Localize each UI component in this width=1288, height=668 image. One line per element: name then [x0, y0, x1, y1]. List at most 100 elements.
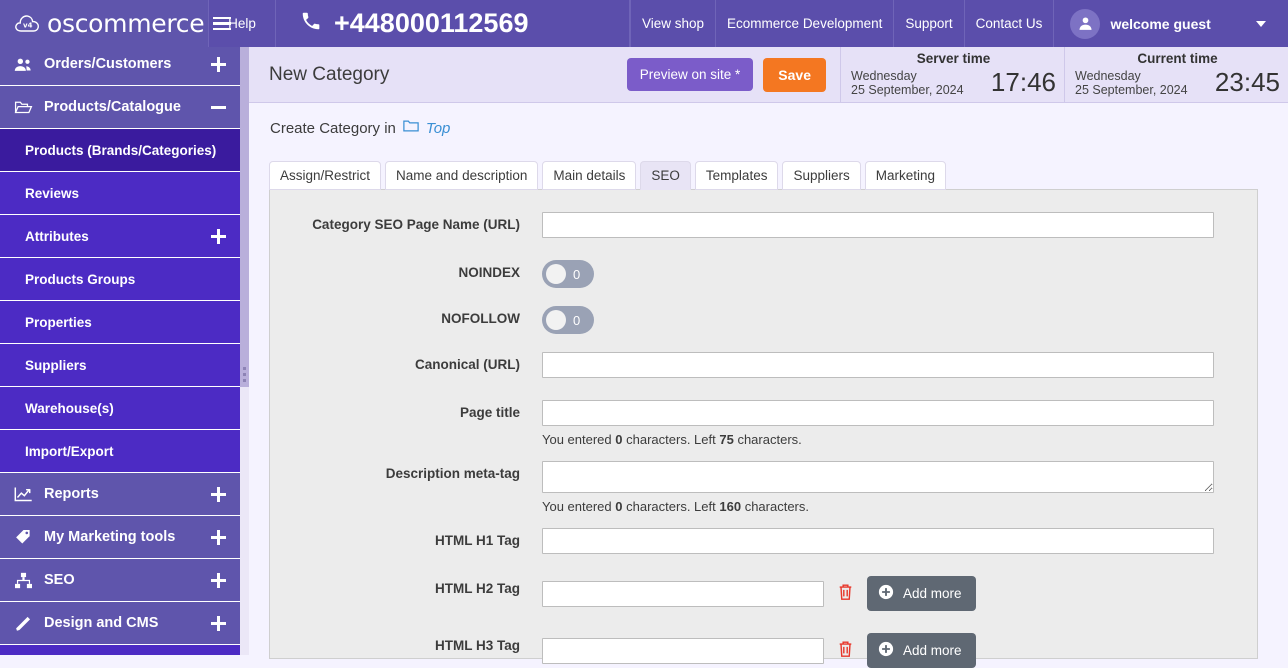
sidebar-label: Reports — [44, 486, 99, 502]
phone-number: +448000112569 — [334, 8, 529, 38]
sidebar-item-suppliers[interactable]: Suppliers — [0, 344, 240, 387]
phone-display: +448000112569 — [276, 0, 630, 47]
nav-link-ecommerce-development[interactable]: Ecommerce Development — [716, 0, 895, 47]
sidebar-item-my-marketing-tools[interactable]: My Marketing tools — [0, 516, 240, 559]
tab-suppliers[interactable]: Suppliers — [782, 161, 861, 190]
sidebar-scrollbar-thumb[interactable] — [240, 47, 249, 387]
h3-tag-input[interactable] — [542, 637, 824, 664]
sitemap-icon — [14, 572, 33, 589]
current-time-heading: Current time — [1137, 51, 1218, 66]
field-row-h3-tag: HTML H3 Tag Add more — [270, 633, 1257, 668]
sidebar-item-attributes[interactable]: Attributes — [0, 215, 240, 258]
page-titlebar: New Category Preview on site * Save Serv… — [249, 46, 1288, 103]
users-icon — [14, 57, 33, 72]
cloud-v4-icon: v4 — [14, 13, 40, 34]
canonical-input[interactable] — [542, 352, 1214, 378]
sidebar-label: Products Groups — [25, 271, 136, 287]
sidebar-item-import-export[interactable]: Import/Export — [0, 430, 240, 473]
sidebar-label: Attributes — [25, 228, 89, 244]
breadcrumb-link-top[interactable]: Top — [426, 120, 450, 137]
user-icon — [1070, 8, 1101, 39]
sidebar-item-properties[interactable]: Properties — [0, 301, 240, 344]
user-name-label: welcome guest — [1110, 15, 1211, 32]
field-row-nofollow: NOFOLLOW 0 — [270, 306, 1257, 334]
nofollow-toggle[interactable]: 0 — [542, 306, 594, 334]
counter-post: characters. — [744, 499, 809, 514]
expand-plus-icon[interactable] — [211, 56, 226, 72]
sidebar-item-orders-customers[interactable]: Orders/Customers — [0, 47, 240, 86]
expand-plus-icon[interactable] — [211, 615, 226, 631]
sidebar-item-seo[interactable]: SEO — [0, 559, 240, 602]
server-time-clock: 17:46 — [990, 67, 1056, 97]
tab-marketing[interactable]: Marketing — [864, 161, 947, 190]
sidebar-item-warehouses[interactable]: Warehouse(s) — [0, 387, 240, 430]
h2-tag-delete-button[interactable] — [836, 583, 855, 604]
top-header: v4 oscommerce Help +448000112569 View sh… — [0, 0, 1288, 47]
sidebar-label: Suppliers — [25, 357, 87, 373]
tab-seo[interactable]: SEO — [640, 161, 691, 190]
tab-name-and-description[interactable]: Name and description — [385, 161, 539, 190]
field-row-seo-page-name: Category SEO Page Name (URL) — [270, 212, 1257, 238]
sidebar-label: Orders/Customers — [44, 56, 172, 72]
canonical-label: Canonical (URL) — [414, 357, 520, 372]
sidebar-item-products-groups[interactable]: Products Groups — [0, 258, 240, 301]
description-meta-textarea[interactable] — [542, 461, 1214, 493]
sidebar-item-reviews[interactable]: Reviews — [0, 172, 240, 215]
preview-on-site-button[interactable]: Preview on site * — [626, 58, 754, 91]
h2-tag-add-more-button[interactable]: Add more — [867, 576, 976, 611]
page-title-counter: You entered 0 characters. Left 75 charac… — [542, 432, 1229, 447]
noindex-state: 0 — [573, 266, 581, 282]
expand-plus-icon[interactable] — [211, 529, 226, 545]
field-row-description-meta: Description meta-tag You entered 0 chara… — [270, 461, 1257, 514]
tab-templates[interactable]: Templates — [694, 161, 779, 190]
user-menu[interactable]: welcome guest — [1054, 0, 1288, 47]
scrollbar-grip-icon — [243, 367, 246, 370]
counter-left: 160 — [719, 499, 742, 514]
seo-page-name-input[interactable] — [542, 212, 1214, 238]
expand-plus-icon[interactable] — [211, 228, 226, 244]
current-time-day: Wednesday — [1075, 68, 1141, 83]
chevron-down-icon[interactable] — [1256, 20, 1266, 27]
counter-pre: You entered — [542, 432, 612, 447]
tab-assign-restrict[interactable]: Assign/Restrict — [269, 161, 382, 190]
sidebar-item-reports[interactable]: Reports — [0, 473, 240, 516]
counter-mid: characters. Left — [626, 499, 716, 514]
counter-pre: You entered — [542, 499, 612, 514]
collapse-minus-icon[interactable] — [211, 100, 226, 115]
phone-icon — [300, 10, 322, 37]
page-title-input[interactable] — [542, 400, 1214, 426]
chart-line-icon — [14, 486, 33, 502]
sidebar-item-products-catalogue[interactable]: Products/Catalogue — [0, 86, 240, 129]
nav-link-view-shop[interactable]: View shop — [630, 0, 717, 47]
folder-open-icon — [14, 99, 33, 115]
sidebar-label: Products (Brands/Categories) — [25, 142, 217, 158]
sidebar-item-design-and-cms[interactable]: Design and CMS — [0, 602, 240, 645]
h3-tag-delete-button[interactable] — [836, 640, 855, 661]
sidebar-label: Products/Catalogue — [44, 99, 181, 115]
help-link[interactable]: Help — [208, 0, 276, 47]
sidebar-item-products-brands-categories[interactable]: Products (Brands/Categories) — [0, 129, 240, 172]
server-time-box: Server time Wednesday 25 September, 2024… — [840, 46, 1064, 103]
server-time-date: 25 September, 2024 — [851, 82, 964, 97]
noindex-toggle[interactable]: 0 — [542, 260, 594, 288]
server-time-heading: Server time — [916, 51, 991, 66]
sidebar-label: Design and CMS — [44, 615, 159, 631]
field-row-canonical: Canonical (URL) — [270, 352, 1257, 378]
tab-main-details[interactable]: Main details — [542, 161, 637, 190]
nav-link-support[interactable]: Support — [894, 0, 965, 47]
h2-tag-input[interactable] — [542, 580, 824, 607]
oscommerce-logo[interactable]: v4 oscommerce — [14, 9, 205, 38]
sidebar-label: SEO — [44, 572, 75, 588]
save-button[interactable]: Save — [763, 57, 826, 92]
nav-link-contact-us[interactable]: Contact Us — [965, 0, 1055, 47]
expand-plus-icon[interactable] — [211, 486, 226, 502]
expand-plus-icon[interactable] — [211, 572, 226, 588]
tags-icon — [14, 528, 33, 546]
sidebar-scrollbar[interactable] — [240, 47, 249, 655]
h1-tag-input[interactable] — [542, 528, 1214, 554]
tab-bar: Assign/Restrict Name and description Mai… — [269, 161, 1258, 190]
add-more-label: Add more — [903, 586, 962, 601]
h3-tag-add-more-button[interactable]: Add more — [867, 633, 976, 668]
plus-circle-icon — [878, 584, 894, 603]
seo-form-panel: Category SEO Page Name (URL) NOINDEX 0 N… — [269, 189, 1258, 668]
